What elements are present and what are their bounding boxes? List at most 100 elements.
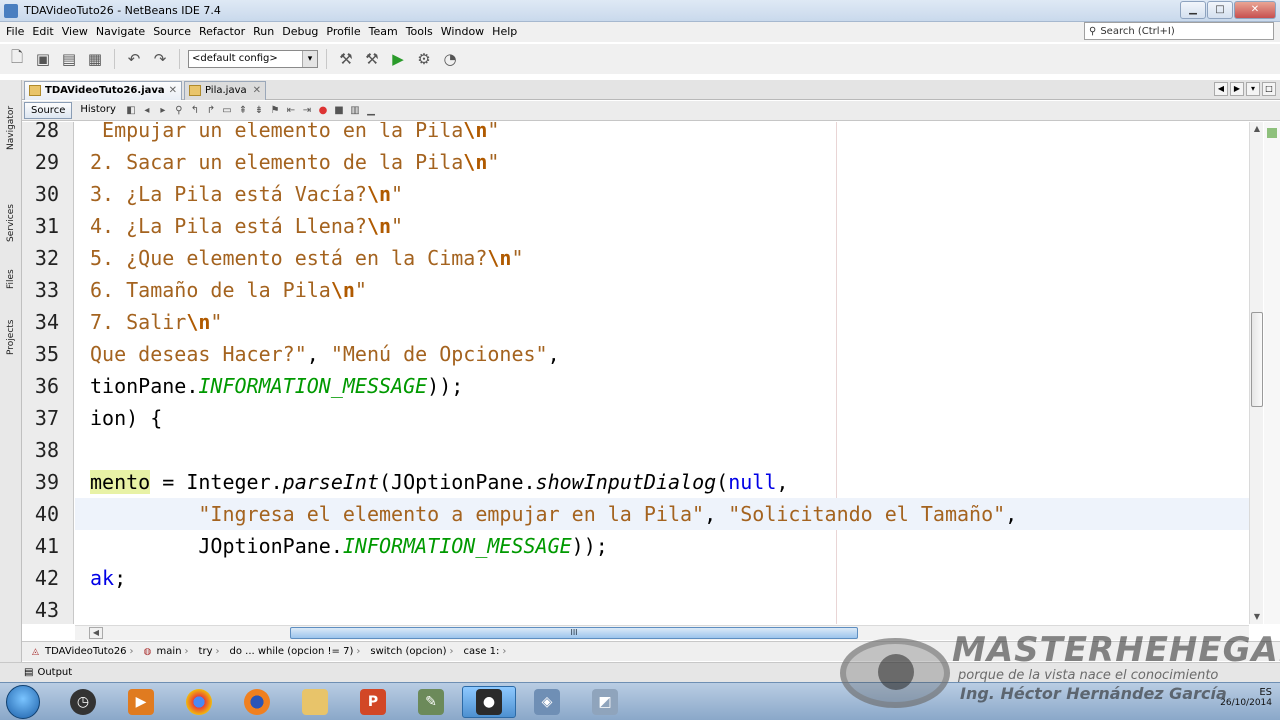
code-line[interactable]: Empujar un elemento en la Pila\n" [75,122,1249,146]
breadcrumb-try[interactable]: try › [199,646,220,657]
scroll-tabs-left-icon[interactable]: ◀ [1214,82,1228,96]
uncomment-icon[interactable]: ▁ [364,104,378,118]
start-macro-icon[interactable]: ● [316,104,330,118]
breadcrumb-class[interactable]: ◬ TDAVideoTuto26 › [32,646,134,657]
build-hammer-icon[interactable]: ⚒ [335,48,357,70]
code-line[interactable]: mento = Integer.parseInt(JOptionPane.sho… [75,466,1249,498]
breadcrumb-case[interactable]: case 1: › [463,646,506,657]
history-tab[interactable]: History [74,102,122,119]
menu-source[interactable]: Source [149,22,195,42]
maximize-button[interactable]: □ [1207,1,1233,19]
menu-debug[interactable]: Debug [278,22,322,42]
code-line[interactable] [75,594,1249,624]
tab-tdavideotuto26[interactable]: TDAVideoTuto26.java ✕ [24,81,182,100]
code-line[interactable]: JOptionPane.INFORMATION_MESSAGE)); [75,530,1249,562]
next-bookmark-icon[interactable]: ⇟ [252,104,266,118]
breadcrumb-method[interactable]: ◍ main › [144,646,189,657]
horizontal-scroll-thumb[interactable]: III [290,627,858,639]
back-icon[interactable]: ◂ [140,104,154,118]
services-tab[interactable]: Services [2,198,20,248]
clean-build-icon[interactable]: ⚒ [361,48,383,70]
taskbar-notepad-app[interactable]: ✎ [404,686,458,718]
code-line[interactable]: tionPane.INFORMATION_MESSAGE)); [75,370,1249,402]
debug-icon[interactable]: ⚙ [413,48,435,70]
profile-icon[interactable]: ◔ [439,48,461,70]
close-button[interactable]: ✕ [1234,1,1276,19]
breadcrumb-switch[interactable]: switch (opcion) › [370,646,453,657]
redo-icon[interactable]: ↷ [149,48,171,70]
maximize-editor-icon[interactable]: □ [1262,82,1276,96]
horizontal-scrollbar[interactable]: ◀ III [75,625,1249,640]
code-line[interactable]: Que deseas Hacer?", "Menú de Opciones", [75,338,1249,370]
toggle-bookmark-icon[interactable]: ⚑ [268,104,282,118]
taskbar-firefox-app[interactable] [230,686,284,718]
menu-team[interactable]: Team [365,22,402,42]
code-line[interactable]: ion) { [75,402,1249,434]
projects-tab[interactable]: Projects [2,312,20,362]
save-all-icon[interactable]: ▦ [84,48,106,70]
shift-left-icon[interactable]: ⇤ [284,104,298,118]
taskbar-clock-app[interactable]: ◷ [56,686,110,718]
scroll-down-icon[interactable]: ▼ [1250,610,1264,624]
menu-window[interactable]: Window [437,22,488,42]
scroll-left-icon[interactable]: ◀ [89,627,103,639]
code-line[interactable]: 7. Salir\n" [75,306,1249,338]
menu-file[interactable]: File [2,22,28,42]
run-icon[interactable]: ▶ [387,48,409,70]
vertical-scrollbar[interactable]: ▲ ▼ [1249,122,1263,624]
menu-edit[interactable]: Edit [28,22,57,42]
code-line[interactable]: ak; [75,562,1249,594]
taskbar-media-app[interactable]: ▶ [114,686,168,718]
taskbar-explorer-app[interactable] [288,686,342,718]
shift-right-icon[interactable]: ⇥ [300,104,314,118]
navigator-tab[interactable]: Navigator [2,98,20,158]
code-line[interactable]: "Ingresa el elemento a empujar en la Pil… [75,498,1249,530]
menu-view[interactable]: View [58,22,92,42]
comment-icon[interactable]: ▥ [348,104,362,118]
vertical-scroll-thumb[interactable] [1251,312,1263,407]
output-bar[interactable]: ▤ Output [0,662,1280,682]
menu-run[interactable]: Run [249,22,278,42]
code-line[interactable]: 6. Tamaño de la Pila\n" [75,274,1249,306]
menu-navigate[interactable]: Navigate [92,22,149,42]
search-input[interactable]: ⚲ Search (Ctrl+I) [1084,22,1274,40]
code-line[interactable]: 3. ¿La Pila está Vacía?\n" [75,178,1249,210]
undo-icon[interactable]: ↶ [123,48,145,70]
source-tab[interactable]: Source [24,102,73,119]
config-dropdown[interactable]: <default config> [188,50,318,68]
forward-icon[interactable]: ▸ [156,104,170,118]
close-tab-icon[interactable]: ✕ [253,82,261,99]
taskbar-virtualbox-app[interactable]: ◈ [520,686,574,718]
code-line[interactable]: 2. Sacar un elemento de la Pila\n" [75,146,1249,178]
taskbar-camtasia-app[interactable]: ● [462,686,516,718]
code-line[interactable] [75,434,1249,466]
tab-list-icon[interactable]: ▾ [1246,82,1260,96]
last-edit-icon[interactable]: ◧ [124,104,138,118]
breadcrumb-loop[interactable]: do ... while (opcion != 7) › [230,646,361,657]
menu-help[interactable]: Help [488,22,521,42]
menu-refactor[interactable]: Refactor [195,22,249,42]
find-icon[interactable]: ⚲ [172,104,186,118]
code-editor[interactable]: Empujar un elemento en la Pila\n" 2. Saca… [75,122,1249,624]
new-project-icon[interactable]: ▣ [32,48,54,70]
language-indicator[interactable]: ES [1220,687,1272,698]
output-label[interactable]: Output [37,667,72,678]
close-tab-icon[interactable]: ✕ [169,82,177,99]
menu-tools[interactable]: Tools [402,22,437,42]
tab-pila[interactable]: Pila.java ✕ [184,81,266,100]
files-tab[interactable]: Files [2,264,20,294]
scroll-tabs-right-icon[interactable]: ▶ [1230,82,1244,96]
open-project-icon[interactable]: ▤ [58,48,80,70]
menu-profile[interactable]: Profile [322,22,364,42]
stop-macro-icon[interactable]: ■ [332,104,346,118]
taskbar-powerpoint-app[interactable]: P [346,686,400,718]
taskbar-chrome-app[interactable] [172,686,226,718]
previous-bookmark-icon[interactable]: ⇞ [236,104,250,118]
code-line[interactable]: 5. ¿Que elemento está en la Cima?\n" [75,242,1249,274]
find-next-icon[interactable]: ↱ [204,104,218,118]
scroll-up-icon[interactable]: ▲ [1250,122,1264,136]
new-file-icon[interactable]: 🗋 [6,48,28,70]
toggle-highlight-icon[interactable]: ▭ [220,104,234,118]
find-previous-icon[interactable]: ↰ [188,104,202,118]
minimize-button[interactable]: ▁ [1180,1,1206,19]
